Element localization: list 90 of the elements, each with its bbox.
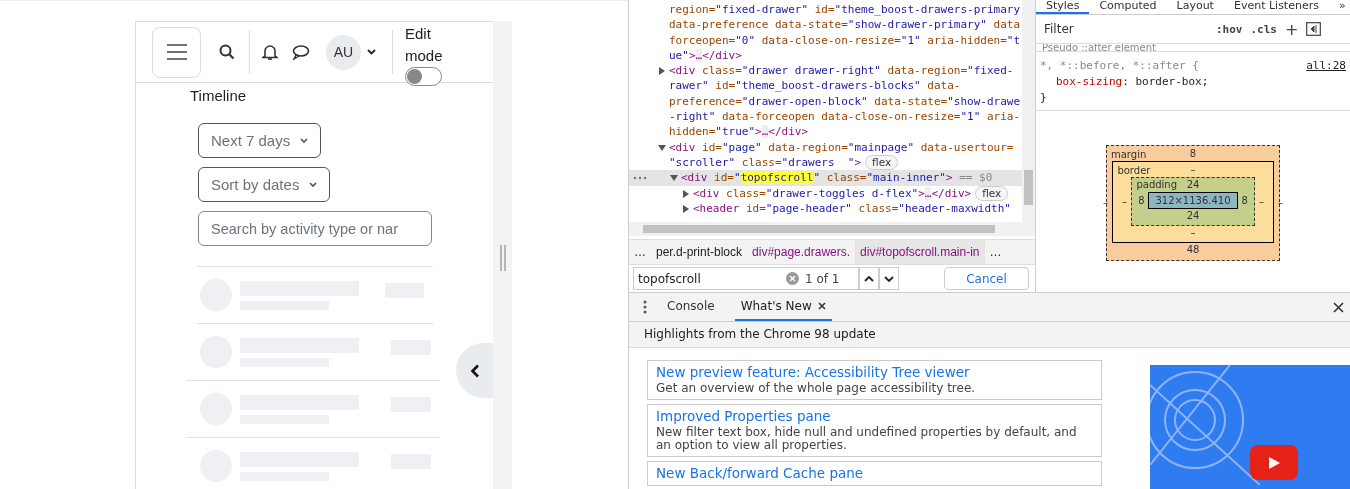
previous-match-button[interactable] [859, 267, 879, 290]
dom-node-row[interactable]: <div class="drawer-toggles d-flex">…</div> flex [629, 185, 1022, 201]
breadcrumb-item[interactable]: div#page.drawers. [747, 240, 856, 264]
code-line: hidden="true">…</div> [669, 124, 809, 140]
next-match-button[interactable] [879, 267, 899, 290]
class-button[interactable]: .cls [1250, 22, 1277, 36]
bell-icon[interactable] [262, 43, 278, 61]
user-avatar[interactable]: AU [326, 34, 361, 70]
chevron-down-icon [884, 275, 894, 282]
code-line: region="fixed-drawer" id="theme_boost-drawers-primary [669, 2, 1020, 18]
padding-box: padding 24 8 312×1136.410 8 24 [1131, 177, 1255, 226]
flex-badge[interactable]: flex [865, 155, 899, 171]
resize-handle-icon[interactable] [499, 245, 506, 271]
sidebar-toggle-icon[interactable] [1306, 22, 1322, 36]
code-line: forceopen="0" data-close-on-resize="1" aria-hidden="t [669, 32, 1021, 48]
code-line: <header id="page-header" class="header-maxwidth" [693, 200, 1011, 217]
chevron-up-icon [864, 275, 874, 282]
block-title: Timeline [190, 87, 248, 104]
expand-arrow-icon[interactable] [682, 204, 690, 213]
cancel-button[interactable]: Cancel [944, 267, 1029, 290]
code-line: rawer" id="theme_boost-drawers-blocks" data- [669, 78, 961, 94]
breadcrumb-item[interactable]: … [984, 240, 1007, 264]
code-line: "scroller" class="drawers "> [669, 154, 862, 171]
chevron-down-icon [300, 137, 309, 144]
feature-link[interactable]: Improved Properties pane [656, 408, 1093, 424]
panel-tab[interactable]: Event Listeners [1223, 0, 1329, 14]
caret-icon[interactable] [367, 49, 376, 55]
feature-card[interactable]: Improved Properties pane New filter text box, hide null and undefined properties by default, and an option to view all properties. [647, 404, 1102, 457]
menu-icon [165, 44, 188, 60]
clear-icon[interactable] [786, 272, 799, 285]
source-link[interactable]: all:28 [1306, 58, 1346, 74]
scrollbar[interactable] [1022, 0, 1035, 222]
panel-tab[interactable]: Layout [1166, 0, 1224, 14]
feature-link[interactable]: New Back/forward Cache pane [656, 465, 1093, 481]
chevron-left-icon [469, 363, 480, 378]
css-declaration: box-sizing: border-box; [1055, 74, 1210, 90]
content-box: 312×1136.410 [1148, 192, 1238, 209]
code-line: -right" data-forceopen data-close-on-resize="1" aria- [669, 109, 1021, 125]
hover-state-button[interactable]: :hov [1216, 22, 1243, 36]
css-selector: *, *::before, *::after { [1040, 58, 1199, 74]
chevron-down-icon [309, 181, 318, 188]
code-line: data-preference data-state="show-drawer-primary" data [669, 17, 1020, 33]
edit-mode-label: Edit mode [405, 23, 444, 66]
drawer-toggle-button[interactable] [456, 343, 494, 398]
panel-heading: Highlights from the Chrome 98 update [629, 322, 1350, 348]
panel-tab[interactable]: » [1328, 0, 1350, 14]
code-line: ue">…</div> [669, 47, 742, 64]
code-line: <div id="topofscroll" class="main-inner"> == $0 [681, 170, 993, 186]
collapse-arrow-icon[interactable] [670, 174, 678, 183]
play-icon[interactable] [1250, 445, 1298, 480]
feature-link[interactable]: New preview feature: Accessibility Tree viewer [656, 364, 1093, 380]
drawer-tab[interactable]: Console [661, 293, 721, 321]
feature-card[interactable]: New preview feature: Accessibility Tree viewer Get an overview of the whole page accessibility tree. [647, 360, 1102, 400]
chat-icon[interactable] [292, 44, 310, 60]
expand-arrow-icon[interactable] [682, 189, 690, 198]
video-thumbnail[interactable] [1150, 365, 1350, 489]
more-icon[interactable] [643, 300, 647, 314]
new-rule-button[interactable]: + [1285, 19, 1299, 39]
scrollbar[interactable] [629, 222, 1035, 236]
code-line: <div class="drawer-toggles d-flex">…</div> [693, 185, 972, 201]
feature-description: Get an overview of the whole page accessibility tree. [656, 382, 977, 395]
dropdown-button[interactable]: Sort by dates [198, 167, 331, 202]
expand-arrow-icon[interactable] [658, 67, 666, 76]
dom-node-row[interactable]: region="fixed-drawer" id="theme_boost-drawers-primary data-preference data-state="show-drawer-primary" data forceopen="0" data-close-on-resize="1" aria-hidden="t ue">…</div> [629, 2, 1022, 64]
breadcrumb-item[interactable]: … [629, 240, 651, 264]
border-box: border – – padding 24 8 312×1136.410 8 24 – – [1112, 161, 1274, 243]
panel-tab[interactable]: Computed [1089, 0, 1167, 14]
dom-node-row[interactable]: <div id="topofscroll" class="main-inner"> == $0 [629, 170, 1022, 186]
edit-mode-toggle[interactable] [405, 66, 442, 86]
code-line: <div class="drawer drawer-right" data-region="fixed- [669, 63, 1014, 79]
dropdown-button[interactable]: Next 7 days [198, 123, 322, 158]
match-count: 1 of 1 [805, 271, 840, 286]
code-line: preference="drawer-open-block" data-state="show-drawe [669, 93, 1021, 110]
feature-description: New filter text box, hide null and undefined properties by default, and an option to view all properties. [656, 426, 1078, 452]
search-field[interactable]: Search by activity type or nar [198, 211, 432, 246]
find-box[interactable]: topofscroll 1 of 1 [633, 267, 859, 290]
collapse-arrow-icon[interactable] [658, 143, 666, 152]
close-icon[interactable] [1333, 301, 1344, 313]
dom-node-row[interactable]: <header id="page-header" class="header-maxwidth" [629, 200, 1022, 217]
search-icon[interactable] [219, 44, 235, 60]
breadcrumb-item[interactable]: div#topofscroll.main-in [855, 240, 985, 264]
breadcrumb-item[interactable]: per.d-print-block [651, 240, 748, 264]
menu-button[interactable] [152, 26, 201, 78]
section-heading: Pseudo ::after element [1036, 44, 1350, 52]
panel-tab[interactable]: Styles [1036, 0, 1090, 14]
close-icon[interactable] [817, 302, 826, 310]
feature-card[interactable]: New Back/forward Cache pane [647, 461, 1102, 486]
more-icon [633, 176, 647, 181]
code-line: <div id="page" data-region="mainpage" data-usertour= [669, 139, 1014, 155]
css-brace: } [1040, 90, 1048, 106]
